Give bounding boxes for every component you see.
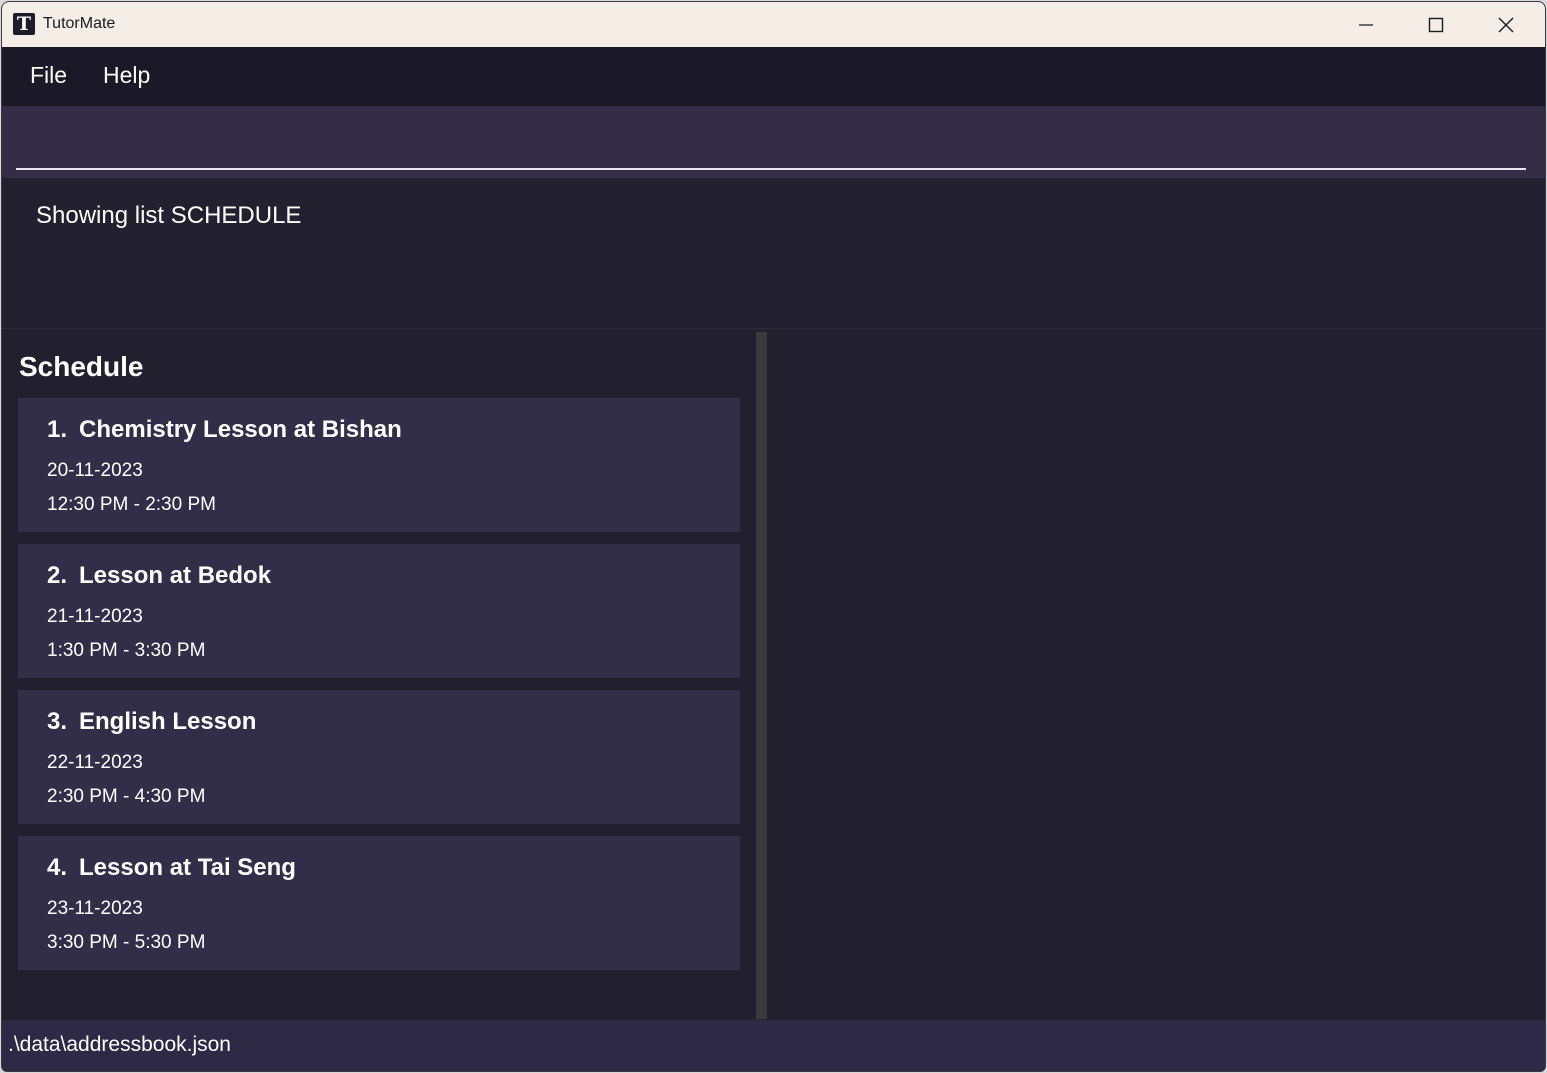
window-title: TutorMate [43, 15, 116, 32]
schedule-card[interactable]: 4. Lesson at Tai Seng 23-11-2023 3:30 PM … [18, 836, 740, 970]
schedule-card-date: 23-11-2023 [47, 898, 143, 919]
schedule-card-name: Chemistry Lesson at Bishan [79, 416, 402, 443]
schedule-card-index: 2. [47, 562, 68, 589]
schedule-card-date: 20-11-2023 [47, 460, 143, 481]
schedule-card-date: 22-11-2023 [47, 752, 143, 773]
status-bar: .\data\addressbook.json [2, 1020, 1545, 1071]
title-bar[interactable]: T TutorMate [2, 2, 1545, 47]
schedule-list-panel: Schedule 1. Chemistry Lesson at Bishan 20… [2, 329, 756, 1019]
schedule-card-title: 2. Lesson at Bedok [47, 562, 271, 590]
schedule-card-title: 1. Chemistry Lesson at Bishan [47, 416, 402, 444]
schedule-card-time: 2:30 PM - 4:30 PM [47, 786, 206, 807]
schedule-card-title: 3. English Lesson [47, 708, 256, 736]
maximize-icon [1428, 17, 1444, 32]
command-box [2, 106, 1545, 178]
schedule-card-time: 1:30 PM - 3:30 PM [47, 640, 206, 661]
close-button[interactable] [1471, 2, 1541, 47]
command-input[interactable] [16, 106, 1526, 170]
minimize-button[interactable] [1331, 2, 1401, 47]
app-logo-icon: T [13, 13, 35, 35]
schedule-card-name: Lesson at Bedok [79, 562, 272, 589]
maximize-button[interactable] [1401, 2, 1471, 47]
detail-panel [767, 329, 1545, 1019]
menu-bar: File Help [2, 47, 1545, 106]
schedule-card-index: 1. [47, 416, 68, 443]
schedule-card-date: 21-11-2023 [47, 606, 143, 627]
schedule-card[interactable]: 2. Lesson at Bedok 21-11-2023 1:30 PM - 3… [18, 544, 740, 678]
save-file-path: .\data\addressbook.json [8, 1033, 231, 1056]
panel-divider-scrollbar[interactable] [756, 332, 767, 1019]
schedule-card-name: English Lesson [79, 708, 257, 735]
app-window: T TutorMate File Help Showing list SCHED… [1, 1, 1546, 1072]
schedule-card-index: 4. [47, 854, 68, 881]
schedule-card-name: Lesson at Tai Seng [79, 854, 296, 881]
schedule-title: Schedule [19, 351, 144, 382]
schedule-card[interactable]: 3. English Lesson 22-11-2023 2:30 PM - 4:… [18, 690, 740, 824]
menu-file[interactable]: File [30, 62, 67, 89]
close-icon [1498, 17, 1514, 32]
schedule-card-index: 3. [47, 708, 68, 735]
minimize-icon [1359, 23, 1373, 26]
schedule-card[interactable]: 1. Chemistry Lesson at Bishan 20-11-2023 … [18, 398, 740, 532]
schedule-card-time: 3:30 PM - 5:30 PM [47, 932, 206, 953]
menu-help[interactable]: Help [103, 62, 150, 89]
result-message: Showing list SCHEDULE [36, 202, 302, 229]
result-display: Showing list SCHEDULE [2, 178, 1545, 329]
schedule-card-title: 4. Lesson at Tai Seng [47, 854, 296, 882]
schedule-card-time: 12:30 PM - 2:30 PM [47, 494, 216, 515]
